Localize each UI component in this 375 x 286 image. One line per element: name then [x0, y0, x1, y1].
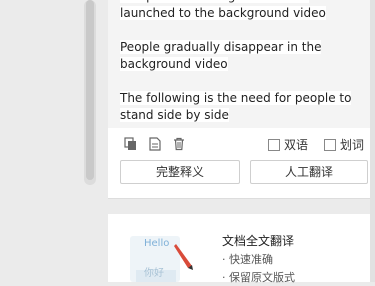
delete-icon[interactable] — [172, 137, 186, 151]
promo-item: · 快速准确 — [222, 253, 273, 266]
result-paragraph: People gradually disappear in the backgr… — [120, 40, 322, 71]
bilingual-checkbox-box[interactable] — [268, 138, 280, 151]
bilingual-checkbox[interactable]: 双语 — [268, 136, 308, 153]
translation-result-box: The poison in the green clear is launche… — [108, 0, 370, 128]
human-translation-button[interactable]: 人工翻译 — [250, 160, 368, 184]
left-scrollbar-thumb[interactable] — [86, 0, 94, 180]
promo-hello-text: Hello — [144, 238, 170, 249]
promo-item: · 保留原文版式 — [222, 271, 295, 284]
word-select-checkbox-box[interactable] — [324, 138, 336, 151]
result-paragraph: The following is the need for people to … — [120, 91, 352, 122]
right-scrollbar[interactable] — [370, 0, 375, 282]
promo-title: 文档全文翻译 — [222, 234, 295, 248]
promo-illustration: Hello 你好 — [122, 230, 198, 282]
promo-nihao-text: 你好 — [144, 268, 164, 279]
word-select-checkbox[interactable]: 划词 — [324, 136, 364, 153]
note-icon[interactable] — [148, 137, 162, 151]
translation-panel: The poison in the green clear is launche… — [108, 0, 370, 199]
result-paragraph: The poison in the green clear is launche… — [120, 0, 360, 22]
full-definition-button[interactable]: 完整释义 — [120, 160, 240, 184]
left-scrollbar[interactable] — [84, 0, 96, 185]
document-translation-promo[interactable]: Hello 你好 文档全文翻译 · 快速准确 · 保留原文版式 — [108, 214, 370, 284]
result-toolbar: 双语 划词 — [108, 133, 370, 157]
translation-result-text: The poison in the green clear is launche… — [120, 0, 360, 141]
copy-icon[interactable] — [124, 137, 138, 151]
